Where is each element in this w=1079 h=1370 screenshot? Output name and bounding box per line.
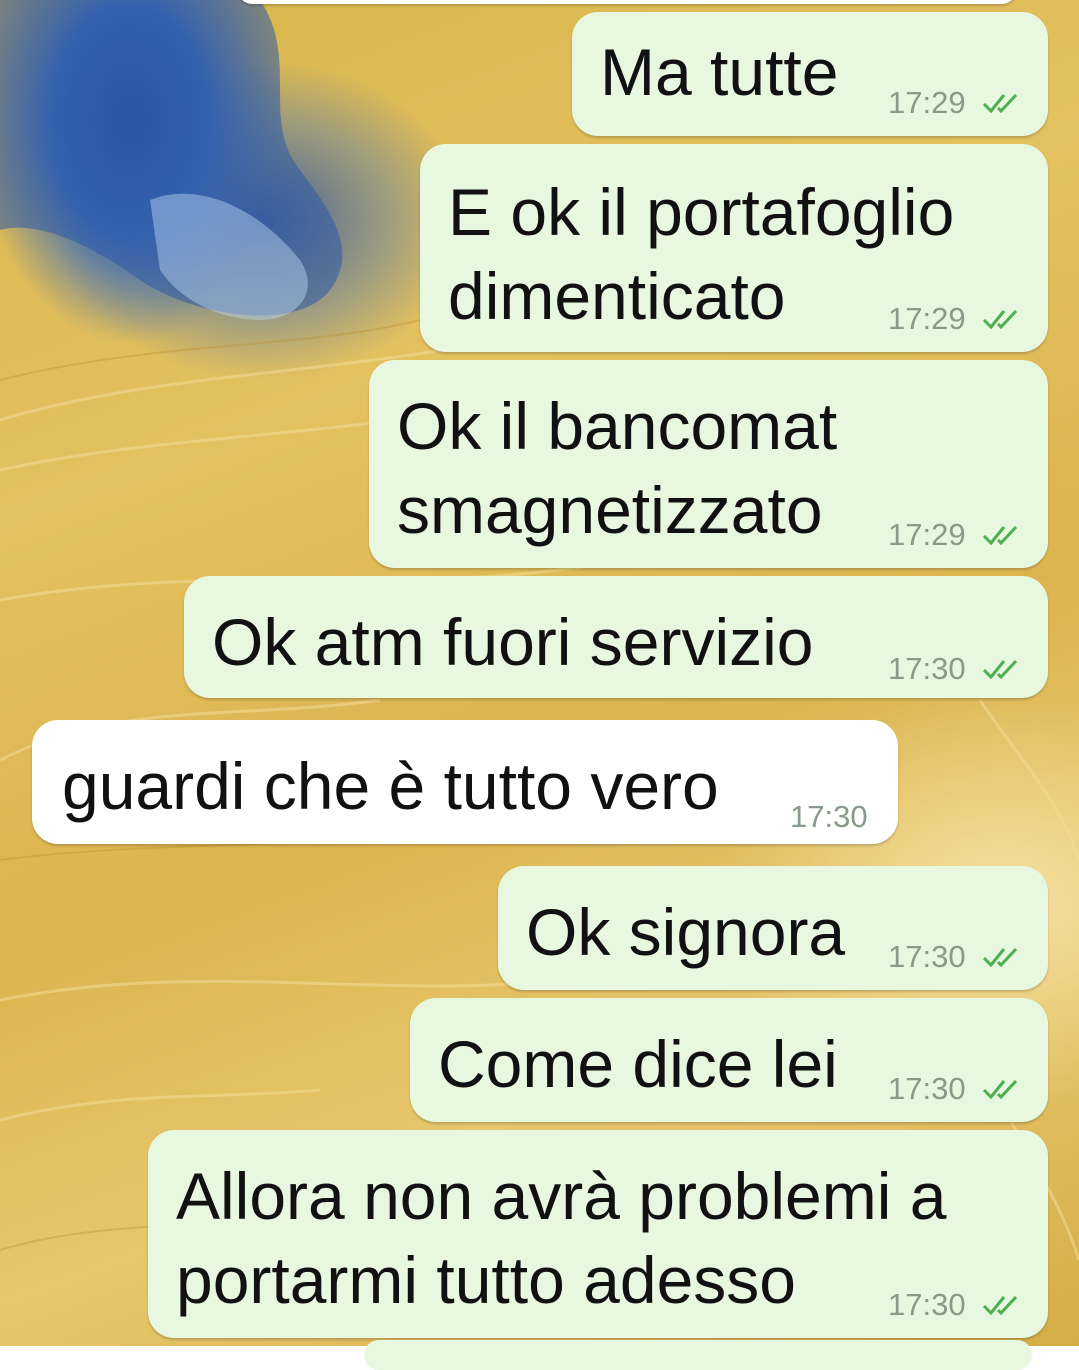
chat-message-list[interactable]: Ma tutte 17:29 E ok il portafoglio dimen… (0, 0, 1079, 1370)
message-bubble-outgoing[interactable]: Ok atm fuori servizio 17:30 (184, 576, 1048, 698)
message-time: 17:30 (888, 651, 966, 686)
partial-message-bubble (236, 0, 1018, 4)
message-text: guardi che è tutto vero (62, 749, 719, 823)
message-time: 17:29 (888, 301, 966, 336)
message-time: 17:30 (888, 939, 966, 974)
message-text: E ok il portafoglio dimenticato (448, 175, 955, 333)
message-meta: 17:30 (888, 940, 1024, 976)
message-meta: 17:30 (790, 800, 868, 834)
message-bubble-outgoing[interactable]: Ok signora 17:30 (498, 866, 1048, 990)
double-check-icon (982, 1074, 1024, 1108)
message-text: Come dice lei (438, 1027, 838, 1101)
double-check-icon (982, 520, 1024, 554)
message-time: 17:30 (790, 799, 868, 834)
message-meta: 17:29 (888, 86, 1024, 122)
double-check-icon (982, 88, 1024, 122)
message-text: Ok signora (526, 895, 846, 969)
double-check-icon (982, 304, 1024, 338)
double-check-icon (982, 1290, 1024, 1324)
message-time: 17:30 (888, 1071, 966, 1106)
message-text: Ma tutte (600, 35, 839, 109)
message-text: Ok il bancomat smagnetizzato (397, 389, 838, 547)
message-bubble-outgoing[interactable]: Ok il bancomat smagnetizzato 17:29 (369, 360, 1048, 568)
message-bubble-outgoing[interactable]: Come dice lei 17:30 (410, 998, 1048, 1122)
message-meta: 17:29 (888, 302, 1024, 338)
partial-message-bubble (364, 1340, 1032, 1370)
message-meta: 17:30 (888, 1072, 1024, 1108)
message-meta: 17:30 (888, 1288, 1024, 1324)
double-check-icon (982, 942, 1024, 976)
message-text: Ok atm fuori servizio (212, 605, 814, 679)
message-text: Allora non avrà problemi a portarmi tutt… (176, 1159, 947, 1317)
message-bubble-incoming[interactable]: guardi che è tutto vero 17:30 (32, 720, 898, 844)
message-meta: 17:29 (888, 518, 1024, 554)
message-bubble-outgoing[interactable]: Ma tutte 17:29 (572, 12, 1048, 136)
message-bubble-outgoing[interactable]: Allora non avrà problemi a portarmi tutt… (148, 1130, 1048, 1338)
message-time: 17:29 (888, 85, 966, 120)
double-check-icon (982, 654, 1024, 688)
message-time: 17:30 (888, 1287, 966, 1322)
message-bubble-outgoing[interactable]: E ok il portafoglio dimenticato 17:29 (420, 144, 1048, 352)
message-meta: 17:30 (888, 652, 1024, 688)
message-time: 17:29 (888, 517, 966, 552)
